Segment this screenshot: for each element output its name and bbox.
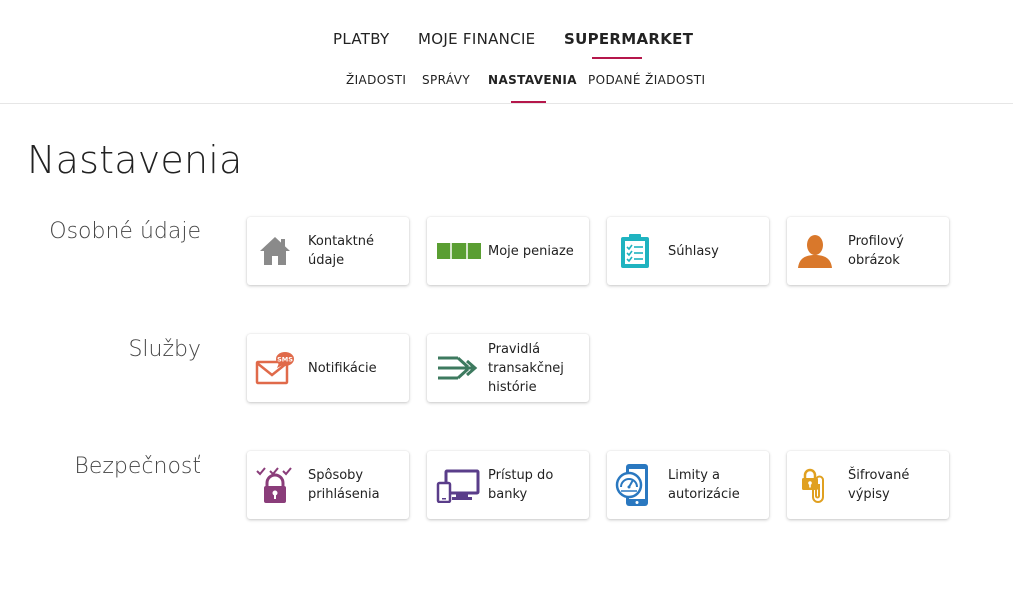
card-label: Prístup do banky bbox=[488, 468, 554, 502]
card-label: Pravidlá transakčnej histórie bbox=[488, 341, 564, 395]
card-kontaktne-udaje[interactable]: Kontaktné údaje bbox=[247, 217, 409, 285]
person-icon bbox=[795, 231, 835, 271]
card-notifikacie[interactable]: SMS Notifikácie bbox=[247, 334, 409, 402]
card-label: Kontaktné údaje bbox=[308, 234, 374, 268]
tab-platby[interactable]: PLATBY bbox=[333, 30, 389, 48]
clipboard-checklist-icon bbox=[615, 231, 655, 271]
section-title-osobne-udaje: Osobné údaje bbox=[49, 219, 201, 244]
card-label: Notifikácie bbox=[308, 360, 377, 376]
devices-icon bbox=[435, 465, 481, 505]
lock-paperclip-icon bbox=[795, 465, 835, 505]
card-suhlasy[interactable]: Súhlasy bbox=[607, 217, 769, 285]
card-pristup-do-banky[interactable]: Prístup do banky bbox=[427, 451, 589, 519]
subtab-spravy[interactable]: SPRÁVY bbox=[422, 73, 470, 87]
money-icon bbox=[435, 231, 483, 271]
active-tab-indicator bbox=[592, 57, 642, 59]
card-profilovy-obrazok[interactable]: Profilový obrázok bbox=[787, 217, 949, 285]
active-subtab-indicator bbox=[511, 101, 546, 103]
page-title: Nastavenia bbox=[27, 138, 243, 182]
subtab-podane-ziadosti[interactable]: PODANÉ ŽIADOSTI bbox=[588, 73, 705, 87]
subtab-nastavenia[interactable]: NASTAVENIA bbox=[488, 73, 577, 87]
section-title-bezpecnost: Bezpečnosť bbox=[74, 454, 201, 479]
card-label: Moje peniaze bbox=[488, 243, 574, 259]
card-moje-peniaze[interactable]: Moje peniaze bbox=[427, 217, 589, 285]
section-title-sluzby: Služby bbox=[128, 337, 201, 362]
card-sposoby-prihlasenia[interactable]: Spôsoby prihlásenia bbox=[247, 451, 409, 519]
card-label: Súhlasy bbox=[668, 243, 719, 259]
home-icon bbox=[255, 231, 295, 271]
tab-moje-financie[interactable]: MOJE FINANCIE bbox=[418, 30, 535, 48]
top-navigation: PLATBY MOJE FINANCIE SUPERMARKET ŽIADOST… bbox=[0, 0, 1013, 104]
card-label: Profilový obrázok bbox=[848, 234, 904, 268]
card-label: Šifrované výpisy bbox=[848, 468, 910, 502]
card-label: Limity a autorizácie bbox=[668, 468, 740, 502]
arrows-rules-icon bbox=[435, 348, 483, 388]
subtab-ziadosti[interactable]: ŽIADOSTI bbox=[346, 73, 406, 87]
phone-gauge-icon bbox=[615, 464, 655, 506]
padlock-checks-icon bbox=[255, 465, 295, 505]
card-pravidla-transakcnej-historie[interactable]: Pravidlá transakčnej histórie bbox=[427, 334, 589, 402]
sms-envelope-icon: SMS bbox=[255, 348, 295, 388]
svg-text:SMS: SMS bbox=[277, 356, 293, 364]
card-limity-a-autorizacie[interactable]: Limity a autorizácie bbox=[607, 451, 769, 519]
tab-supermarket[interactable]: SUPERMARKET bbox=[564, 30, 693, 48]
card-sifrovane-vypisy[interactable]: Šifrované výpisy bbox=[787, 451, 949, 519]
card-label: Spôsoby prihlásenia bbox=[308, 468, 380, 502]
